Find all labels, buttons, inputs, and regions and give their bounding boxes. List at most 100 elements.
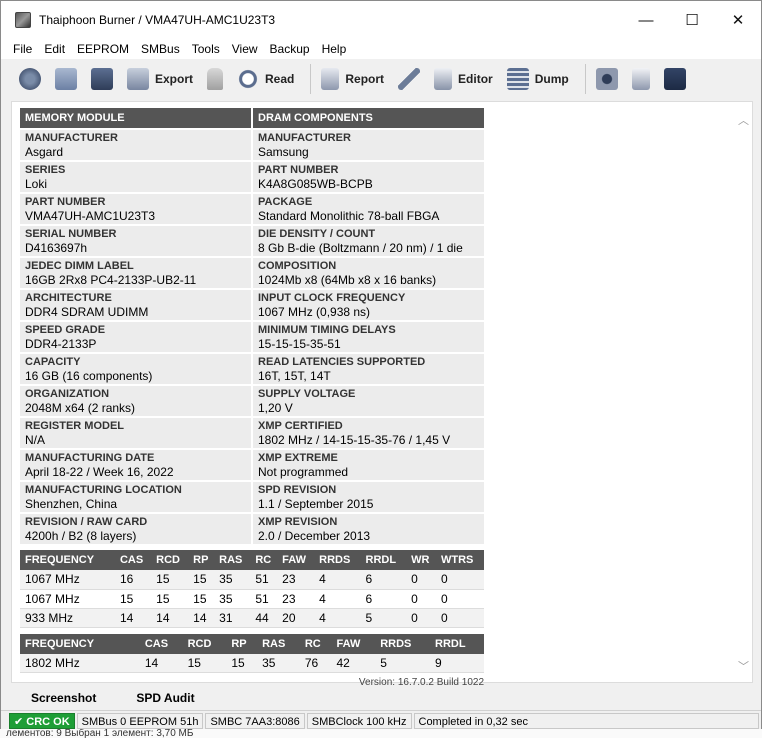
tab-spd-audit[interactable]: SPD Audit <box>116 691 214 705</box>
lock-button[interactable] <box>203 63 227 95</box>
dram-component-field: MANUFACTURER Samsung <box>253 130 484 160</box>
jedec-timing-cell: 1067 MHz <box>20 570 115 590</box>
bottom-tabs: Screenshot SPD Audit <box>11 687 215 709</box>
editor-button[interactable]: Editor <box>430 63 497 95</box>
report-icon <box>321 68 340 90</box>
wrench-button[interactable] <box>394 63 424 95</box>
jedec-timing-cell: 51 <box>250 570 278 590</box>
minimize-button[interactable]: — <box>623 1 669 39</box>
memory-module-field-label: JEDEC DIMM LABEL <box>25 260 134 272</box>
floppy-icon <box>91 68 113 90</box>
jedec-timing-column-header: FREQUENCY <box>20 550 115 570</box>
menu-eeprom[interactable]: EEPROM <box>71 42 135 56</box>
dump-icon <box>506 68 529 90</box>
menu-edit[interactable]: Edit <box>38 42 71 56</box>
scroll-up-icon[interactable]: ︿ <box>738 112 749 128</box>
vertical-scrollbar[interactable]: ︿ ﹀ <box>735 102 752 682</box>
title-bar: Thaiphoon Burner / VMA47UH-AMC1U23T3 — ☐… <box>1 1 761 39</box>
dram-component-field: SUPPLY VOLTAGE 1,20 V <box>253 386 484 416</box>
memory-module-field: REVISION / RAW CARD 4200h / B2 (8 layers) <box>20 514 251 544</box>
xmp-timing-cell: 42 <box>331 653 376 673</box>
save-button[interactable] <box>87 63 117 95</box>
memory-module-field-label: SPEED GRADE <box>25 324 106 336</box>
scroll-down-icon[interactable]: ﹀ <box>738 658 749 674</box>
screenshot-tool-button[interactable] <box>592 63 622 95</box>
dram-component-field-value: 1.1 / September 2015 <box>258 497 374 511</box>
memory-module-field-label: ORGANIZATION <box>25 388 110 400</box>
jedec-timing-column-header: RP <box>188 550 215 570</box>
menu-smbus[interactable]: SMBus <box>135 42 186 56</box>
jedec-timing-cell: 15 <box>188 570 215 590</box>
dram-component-field-value: Samsung <box>258 145 309 159</box>
xmp-timing-cell: 1802 MHz <box>20 653 133 673</box>
close-button[interactable]: ✕ <box>715 1 761 39</box>
completion-status: Completed in 0,32 sec <box>413 712 759 729</box>
dram-component-field: XMP REVISION 2.0 / December 2013 <box>253 514 484 544</box>
xmp-timing-cell: 14 <box>139 653 183 673</box>
lock-icon <box>207 68 224 90</box>
waveform-icon <box>663 68 686 90</box>
monitor-button[interactable] <box>660 63 690 95</box>
jedec-timing-cell: 20 <box>277 608 315 628</box>
report-button[interactable]: Report <box>317 63 388 95</box>
memory-module-field: MANUFACTURER Asgard <box>20 130 251 160</box>
dram-component-field-label: SUPPLY VOLTAGE <box>258 388 356 400</box>
tab-screenshot[interactable]: Screenshot <box>11 691 116 705</box>
memory-module-field-value: Asgard <box>25 145 64 159</box>
jedec-timing-cell: 0 <box>406 589 436 609</box>
jedec-timing-cell: 6 <box>360 570 407 590</box>
read-button[interactable]: Read <box>233 63 298 95</box>
jedec-timing-column-header: RAS <box>214 550 251 570</box>
xmp-timing-cell: 35 <box>257 653 300 673</box>
toolbar-separator <box>584 64 586 94</box>
jedec-timing-cell: 35 <box>214 570 251 590</box>
jedec-timing-cell: 6 <box>360 589 407 609</box>
memory-module-field-label: MANUFACTURER <box>25 132 118 144</box>
dram-component-field-value: 1067 MHz (0,938 ns) <box>258 305 371 319</box>
menu-backup[interactable]: Backup <box>264 42 316 56</box>
jedec-timing-cell: 0 <box>436 570 484 590</box>
memory-module-field-label: REGISTER MODEL <box>25 420 125 432</box>
dump-button[interactable]: Dump <box>503 63 573 95</box>
jedec-timing-cell: 44 <box>250 608 278 628</box>
xmp-timing-cell: 5 <box>375 653 431 673</box>
spd-report: MEMORY MODULE MANUFACTURER Asgard SERIES Lo… <box>20 108 484 688</box>
jedec-timing-cell: 0 <box>436 608 484 628</box>
memory-module-field-value: DDR4-2133P <box>25 337 97 351</box>
menu-view[interactable]: View <box>226 42 264 56</box>
menu-bar: File Edit EEPROM SMBus Tools View Backup… <box>1 39 761 59</box>
open-button[interactable] <box>51 63 81 95</box>
maximize-button[interactable]: ☐ <box>669 1 715 39</box>
dram-component-field-value: 1802 MHz / 14-15-15-35-76 / 1,45 V <box>258 433 451 447</box>
dram-component-field-label: READ LATENCIES SUPPORTED <box>258 356 426 368</box>
jedec-timing-column-header: RC <box>250 550 278 570</box>
menu-help[interactable]: Help <box>316 42 353 56</box>
window-title: Thaiphoon Burner / VMA47UH-AMC1U23T3 <box>39 13 276 27</box>
menu-tools[interactable]: Tools <box>186 42 226 56</box>
export-icon <box>127 68 149 90</box>
copy-icon <box>631 68 650 90</box>
xmp-timing-column-header: RP <box>226 633 258 654</box>
jedec-timing-header-row: FREQUENCY CAS RCD RP RAS RC FAW RRDS RRDL WR WTRS <box>20 550 484 570</box>
export-button[interactable]: Export <box>123 63 197 95</box>
copy-button[interactable] <box>628 63 654 95</box>
dram-component-field: SPD REVISION 1.1 / September 2015 <box>253 482 484 512</box>
jedec-timing-cell: 14 <box>114 608 152 628</box>
memory-module-field: SERIAL NUMBER D4163697h <box>20 226 251 256</box>
memory-module-field-label: CAPACITY <box>25 356 81 368</box>
dram-component-field: XMP CERTIFIED 1802 MHz / 14-15-15-35-76 /… <box>253 418 484 448</box>
menu-file[interactable]: File <box>7 42 38 56</box>
xmp-timing-column-header: RRDS <box>375 633 431 654</box>
settings-button[interactable] <box>15 63 45 95</box>
memory-module-field: REGISTER MODEL N/A <box>20 418 251 448</box>
xmp-timing-column-header: RRDL <box>430 633 484 654</box>
memory-module-field: JEDEC DIMM LABEL 16GB 2Rx8 PC4-2133P-UB2-… <box>20 258 251 288</box>
memory-module-field-value: N/A <box>25 433 46 447</box>
dram-component-field-label: XMP EXTREME <box>258 452 338 464</box>
camera-icon <box>595 68 618 90</box>
wrench-icon <box>398 68 421 90</box>
memory-module-field-label: MANUFACTURING LOCATION <box>25 484 182 496</box>
jedec-timing-cell: 31 <box>214 608 251 628</box>
jedec-timing-cell: 23 <box>277 570 315 590</box>
xmp-timing-row: 1802 MHz 14 15 15 35 76 42 5 9 <box>20 653 484 673</box>
